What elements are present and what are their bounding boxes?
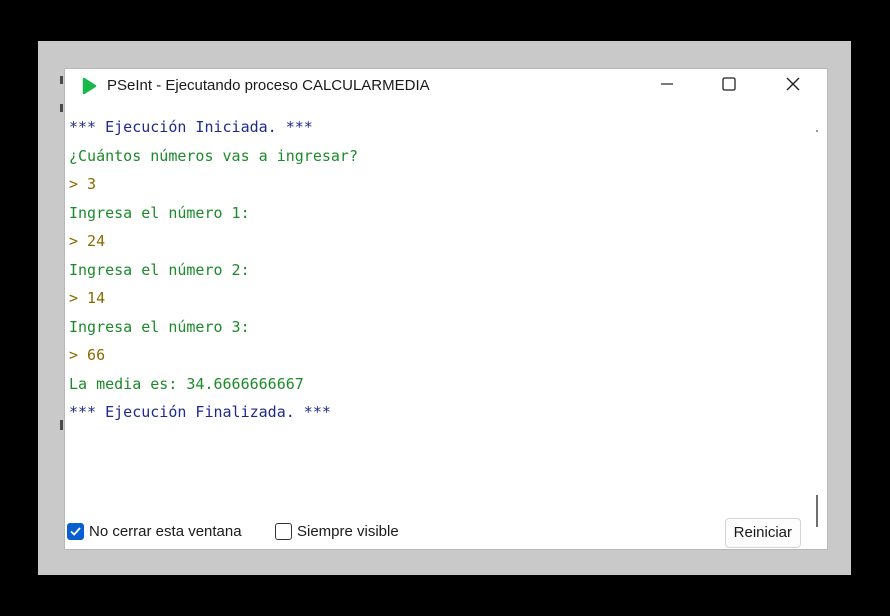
- always-visible-checkbox[interactable]: [275, 523, 292, 540]
- keep-open-checkbox[interactable]: [67, 523, 84, 540]
- close-button[interactable]: [765, 69, 821, 103]
- minimize-button[interactable]: [639, 69, 695, 103]
- background-mark: [60, 104, 63, 112]
- close-icon: [785, 76, 801, 96]
- maximize-button[interactable]: [701, 69, 757, 103]
- restart-button[interactable]: Reiniciar: [724, 518, 801, 548]
- window-title: PSeInt - Ejecutando proceso CALCULARMEDI…: [107, 77, 430, 94]
- minimize-icon: [659, 76, 675, 96]
- console-line-prompt: Ingresa el número 2:: [69, 260, 250, 279]
- console-line-status: *** Ejecución Iniciada. ***: [69, 118, 313, 136]
- title-bar[interactable]: PSeInt - Ejecutando proceso CALCULARMEDI…: [65, 69, 827, 105]
- console-line-input: > 66: [69, 346, 106, 364]
- checkmark-icon: [70, 527, 81, 536]
- scrollbar-marker: [816, 130, 818, 132]
- console-line-prompt: ¿Cuántos números vas a ingresar?: [69, 146, 358, 165]
- pseint-execution-window: PSeInt - Ejecutando proceso CALCULARMEDI…: [64, 68, 828, 550]
- background-mark: [60, 420, 63, 430]
- console-line-input: > 24: [69, 232, 106, 250]
- always-visible-label[interactable]: Siempre visible: [297, 523, 399, 541]
- footer-bar: No cerrar esta ventana Siempre visible R…: [65, 513, 827, 549]
- console-line-status: *** Ejecución Finalizada. ***: [69, 403, 331, 421]
- background-mark: [60, 76, 63, 84]
- console-line-prompt: La media es: 34.6666666667: [69, 374, 304, 393]
- console-line-input: > 14: [69, 289, 106, 307]
- console-line-input: > 3: [69, 175, 97, 193]
- maximize-icon: [721, 76, 737, 96]
- console-line-prompt: Ingresa el número 1:: [69, 203, 250, 222]
- pseint-play-icon: [80, 77, 98, 95]
- keep-open-label[interactable]: No cerrar esta ventana: [89, 523, 242, 541]
- console-output[interactable]: *** Ejecución Iniciada. *** ¿Cuántos núme…: [69, 113, 813, 513]
- console-line-prompt: Ingresa el número 3:: [69, 317, 250, 336]
